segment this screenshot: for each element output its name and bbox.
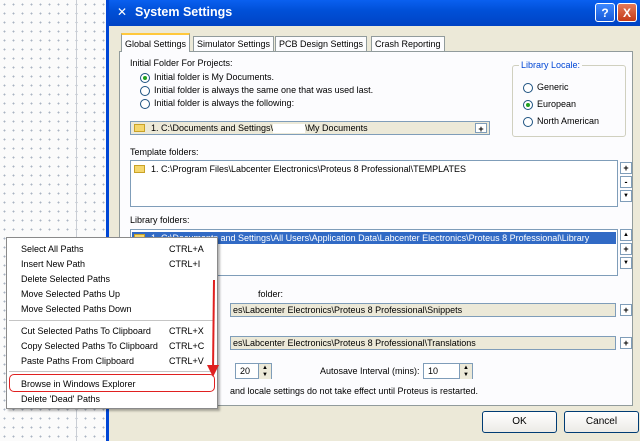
redacted-username bbox=[273, 124, 306, 134]
app-icon: ✕ bbox=[116, 5, 128, 19]
folder-icon bbox=[134, 165, 145, 173]
radio-following[interactable] bbox=[140, 99, 150, 109]
undo-levels-spinner[interactable]: 20 ▲ ▼ bbox=[235, 363, 272, 379]
locale-european[interactable]: European bbox=[537, 99, 576, 109]
browse-icon[interactable]: + bbox=[475, 123, 487, 134]
annotation-arrow-line bbox=[212, 279, 215, 372]
snippets-folder-path: es\Labcenter Electronics\Proteus 8 Profe… bbox=[233, 305, 463, 315]
template-folders-list[interactable]: 1. C:\Program Files\Labcenter Electronic… bbox=[130, 160, 618, 207]
annotation-highlight-box bbox=[9, 374, 215, 392]
template-folder-path[interactable]: 1. C:\Program Files\Labcenter Electronic… bbox=[151, 164, 466, 174]
template-folders-heading: Template folders: bbox=[130, 147, 199, 157]
menu-item-insert-new[interactable]: Insert New Path CTRL+I bbox=[7, 258, 215, 270]
folder-icon bbox=[134, 124, 145, 132]
initial-folder-path-suffix: \My Documents bbox=[305, 123, 368, 133]
tab-global-settings[interactable]: Global Settings bbox=[121, 33, 191, 52]
spin-down-icon[interactable]: ▼ bbox=[258, 371, 271, 379]
library-locale-heading: Library Locale: bbox=[519, 60, 583, 70]
radio-last-used[interactable] bbox=[140, 86, 150, 96]
radio-generic[interactable] bbox=[523, 83, 533, 93]
menu-item-paste[interactable]: Paste Paths From Clipboard CTRL+V bbox=[7, 355, 215, 367]
path-context-menu: Select All Paths CTRL+A Insert New Path CT… bbox=[6, 237, 218, 409]
menu-item-select-all[interactable]: Select All Paths CTRL+A bbox=[7, 243, 215, 255]
move-down-button[interactable]: ▼ bbox=[620, 190, 632, 202]
library-folders-heading: Library folders: bbox=[130, 215, 190, 225]
help-button[interactable]: ? bbox=[595, 3, 615, 22]
menu-item-copy[interactable]: Copy Selected Paths To Clipboard CTRL+C bbox=[7, 340, 215, 352]
menu-item-move-up[interactable]: Move Selected Paths Up bbox=[7, 288, 215, 300]
radio-my-documents[interactable] bbox=[140, 73, 150, 83]
title-bar[interactable]: ✕ System Settings ? X bbox=[109, 0, 640, 26]
annotation-arrow-head bbox=[207, 365, 219, 377]
autosave-down-icon[interactable]: ▼ bbox=[459, 371, 472, 379]
ok-button[interactable]: OK bbox=[482, 411, 557, 433]
move-up-button[interactable]: ▲ bbox=[620, 229, 632, 241]
radio-north-american[interactable] bbox=[523, 117, 533, 127]
snippets-folder-heading: folder: bbox=[258, 289, 284, 299]
snippets-browse-button[interactable]: + bbox=[620, 304, 632, 316]
menu-item-delete-selected[interactable]: Delete Selected Paths bbox=[7, 273, 215, 285]
initial-folder-heading: Initial Folder For Projects: bbox=[130, 58, 233, 68]
autosave-spinner[interactable]: 10 ▲ ▼ bbox=[423, 363, 473, 379]
option-my-documents[interactable]: Initial folder is My Documents. bbox=[154, 72, 274, 82]
annotation-arrow bbox=[207, 279, 219, 377]
menu-separator bbox=[9, 371, 213, 372]
add-path-button[interactable]: + bbox=[620, 162, 632, 174]
undo-levels-value: 20 bbox=[240, 366, 251, 376]
close-button[interactable]: X bbox=[617, 3, 637, 22]
translations-folder-path: es\Labcenter Electronics\Proteus 8 Profe… bbox=[233, 338, 476, 348]
window-title: System Settings bbox=[135, 5, 233, 19]
radio-european[interactable] bbox=[523, 100, 533, 110]
locale-north-american[interactable]: North American bbox=[537, 116, 599, 126]
add-library-path-button[interactable]: + bbox=[620, 243, 632, 255]
cancel-button[interactable]: Cancel bbox=[564, 411, 639, 433]
menu-separator bbox=[9, 320, 213, 321]
snippets-folder-field[interactable]: es\Labcenter Electronics\Proteus 8 Profe… bbox=[230, 303, 616, 317]
option-last-used[interactable]: Initial folder is always the same one th… bbox=[154, 85, 373, 95]
autosave-label: Autosave Interval (mins): bbox=[320, 366, 420, 376]
remove-path-button[interactable]: - bbox=[620, 176, 632, 188]
menu-item-cut[interactable]: Cut Selected Paths To Clipboard CTRL+X bbox=[7, 325, 215, 337]
option-following[interactable]: Initial folder is always the following: bbox=[154, 98, 294, 108]
restart-note: and locale settings do not take effect u… bbox=[230, 386, 478, 396]
initial-folder-path: 1. C:\Documents and Settings\ bbox=[151, 123, 274, 133]
tab-simulator-settings[interactable]: Simulator Settings bbox=[193, 36, 275, 51]
translations-folder-field[interactable]: es\Labcenter Electronics\Proteus 8 Profe… bbox=[230, 336, 616, 350]
initial-folder-path-field[interactable]: 1. C:\Documents and Settings\ \My Documen… bbox=[130, 121, 490, 135]
menu-item-move-down[interactable]: Move Selected Paths Down bbox=[7, 303, 215, 315]
menu-item-delete-dead[interactable]: Delete 'Dead' Paths bbox=[7, 393, 215, 405]
tab-crash-reporting[interactable]: Crash Reporting bbox=[371, 36, 445, 51]
library-locale-group: Library Locale: Generic European North A… bbox=[512, 60, 626, 137]
translations-browse-button[interactable]: + bbox=[620, 337, 632, 349]
autosave-value: 10 bbox=[428, 366, 439, 376]
tab-pcb-design-settings[interactable]: PCB Design Settings bbox=[275, 36, 368, 51]
locale-generic[interactable]: Generic bbox=[537, 82, 569, 92]
library-move-down-button[interactable]: ▼ bbox=[620, 257, 632, 269]
